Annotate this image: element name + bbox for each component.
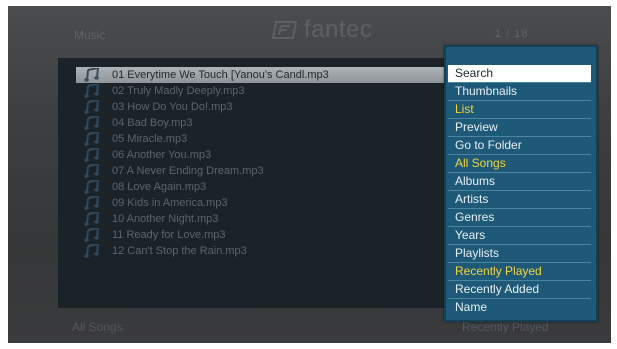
track-title: 01 Everytime We Touch [Yanou's Candl.mp3 [112,69,329,81]
track-title: 10 Another Night.mp3 [112,213,219,225]
menu-divider [448,154,591,155]
menu-item-all-songs[interactable]: All Songs [448,155,591,172]
menu-item-playlists[interactable]: Playlists [448,245,591,262]
menu-divider [448,280,591,281]
music-note-icon [84,84,100,98]
footer-sort-label: Recently Played [462,320,549,334]
menu-divider [448,262,591,263]
section-title: Music [74,28,106,42]
menu-item-years[interactable]: Years [448,227,591,244]
footer-view-label: All Songs [72,320,123,334]
music-note-icon [84,212,100,226]
menu-item-recently-played[interactable]: Recently Played [448,263,591,280]
music-note-icon [84,180,100,194]
music-note-icon [84,68,100,82]
menu-divider [448,100,591,101]
menu-divider [448,226,591,227]
track-title: 09 Kids in America.mp3 [112,197,228,209]
menu-divider [448,298,591,299]
menu-item-list[interactable]: List [448,101,591,118]
menu-item-recently-added[interactable]: Recently Added [448,281,591,298]
track-title: 08 Love Again.mp3 [112,181,207,193]
menu-divider [448,118,591,119]
track-title: 05 Miracle.mp3 [112,133,188,145]
track-title: 11 Ready for Love.mp3 [112,229,226,241]
menu-item-name[interactable]: Name [448,299,591,316]
menu-item-albums[interactable]: Albums [448,173,591,190]
page-indicator: 1 / 18 [495,28,529,40]
brand-logo: fantec [272,16,372,44]
menu-item-preview[interactable]: Preview [448,119,591,136]
music-note-icon [84,116,100,130]
track-title: 07 A Never Ending Dream.mp3 [112,165,264,177]
track-row[interactable]: 05 Miracle.mp3 [76,131,466,147]
music-note-icon [84,164,100,178]
menu-divider [448,208,591,209]
track-row[interactable]: 03 How Do You Do!.mp3 [76,99,466,115]
track-row[interactable]: 10 Another Night.mp3 [76,211,466,227]
music-note-icon [84,148,100,162]
track-row[interactable]: 02 Truly Madly Deeply.mp3 [76,83,466,99]
fantec-logo-icon [272,21,298,39]
track-row[interactable]: 09 Kids in America.mp3 [76,195,466,211]
track-row[interactable]: 07 A Never Ending Dream.mp3 [76,163,466,179]
track-row[interactable]: 06 Another You.mp3 [76,147,466,163]
track-title: 06 Another You.mp3 [112,149,212,161]
menu-divider [448,244,591,245]
options-menu: Search Thumbnails List Preview Go to Folder A… [444,45,598,322]
screen: Music fantec 1 / 18 01 Everytime We Touc… [0,0,617,349]
menu-divider [448,136,591,137]
menu-item-genres[interactable]: Genres [448,209,591,226]
menu-item-thumbnails[interactable]: Thumbnails [448,83,591,100]
logo-text: fantec [304,16,373,43]
track-row[interactable]: 01 Everytime We Touch [Yanou's Candl.mp3 [76,67,466,83]
music-note-icon [84,100,100,114]
music-note-icon [84,132,100,146]
menu-item-go-to-folder[interactable]: Go to Folder [448,137,591,154]
track-title: 12 Can't Stop the Rain.mp3 [112,245,247,257]
menu-divider [448,82,591,83]
music-note-icon [84,196,100,210]
track-row[interactable]: 08 Love Again.mp3 [76,179,466,195]
menu-item-artists[interactable]: Artists [448,191,591,208]
music-note-icon [84,244,100,258]
track-row[interactable]: 11 Ready for Love.mp3 [76,227,466,243]
menu-divider [448,190,591,191]
track-row[interactable]: 12 Can't Stop the Rain.mp3 [76,243,466,259]
menu-divider [448,172,591,173]
music-note-icon [84,228,100,242]
track-title: 04 Bad Boy.mp3 [112,117,193,129]
track-list: 01 Everytime We Touch [Yanou's Candl.mp3… [76,67,466,259]
track-title: 03 How Do You Do!.mp3 [112,101,233,113]
track-row[interactable]: 04 Bad Boy.mp3 [76,115,466,131]
menu-item-search[interactable]: Search [448,65,591,82]
track-title: 02 Truly Madly Deeply.mp3 [112,85,245,97]
